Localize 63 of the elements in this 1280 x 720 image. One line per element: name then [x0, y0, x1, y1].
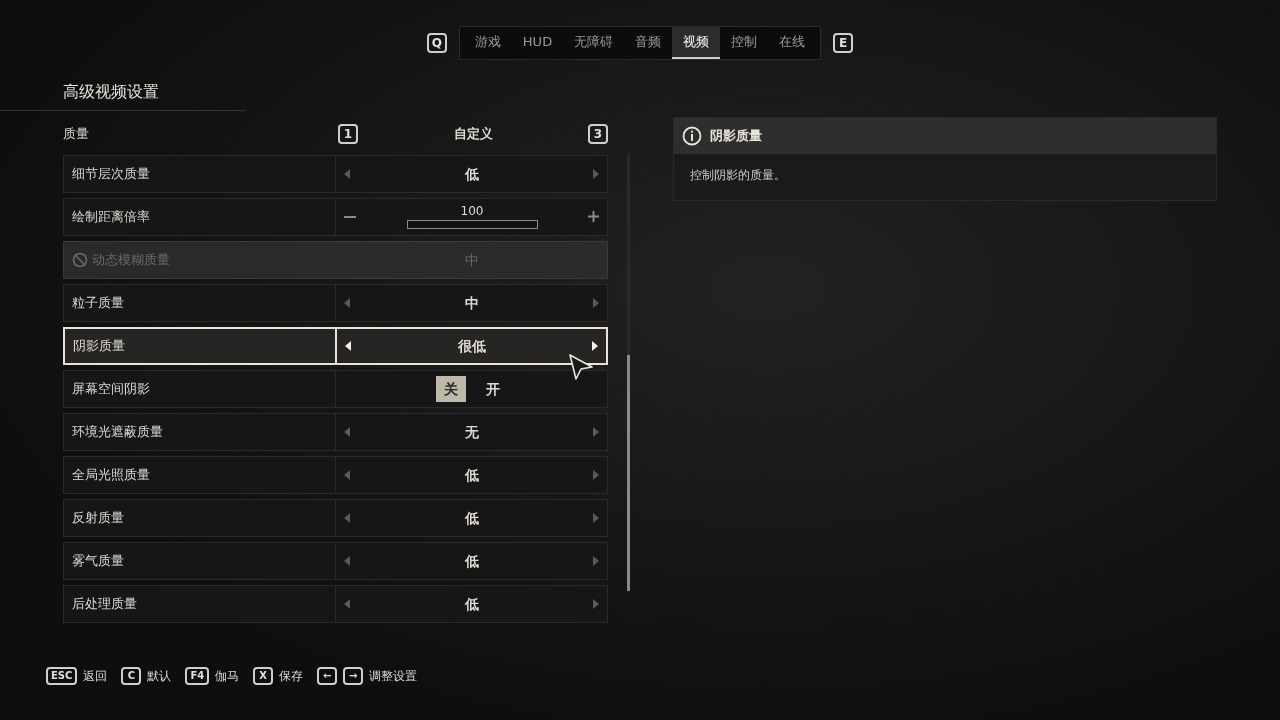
- key-hint: ESC: [46, 667, 78, 685]
- key-hint: 3: [588, 123, 608, 144]
- setting-label: 屏幕空间阴影: [72, 379, 150, 398]
- setting-row[interactable]: 绘制距离倍率 100: [63, 197, 608, 236]
- scrollbar-thumb[interactable]: [627, 354, 630, 591]
- minus-icon[interactable]: [344, 215, 356, 218]
- setting-label: 后处理质量: [72, 594, 137, 613]
- key-hint: →: [343, 667, 364, 685]
- disabled-icon: [72, 251, 88, 268]
- left-arrow-icon[interactable]: [345, 340, 351, 351]
- setting-label: 阴影质量: [73, 336, 125, 355]
- key-hint: F4: [185, 667, 210, 685]
- preset-value: 自定义: [452, 124, 494, 143]
- setting-label: 粒子质量: [72, 293, 124, 312]
- setting-label: 绘制距离倍率: [72, 207, 150, 226]
- toggle-option[interactable]: 开: [477, 375, 508, 402]
- setting-value: 100: [460, 204, 484, 217]
- hint-label: 默认: [147, 668, 172, 684]
- setting-label: 环境光遮蔽质量: [72, 422, 163, 441]
- key-hint: X: [253, 667, 274, 685]
- tab[interactable]: 音频: [624, 27, 673, 59]
- setting-value: 很低: [456, 336, 487, 356]
- tab[interactable]: 视频: [672, 27, 721, 59]
- setting-value: 中: [463, 250, 480, 270]
- info-description: 控制阴影的质量。: [689, 166, 787, 183]
- setting-label: 细节层次质量: [72, 164, 150, 183]
- setting-value: 低: [463, 551, 480, 571]
- setting-value: 低: [463, 164, 480, 184]
- key-hint: E: [833, 32, 854, 53]
- key-hint: ←: [317, 667, 338, 685]
- setting-label: 雾气质量: [72, 551, 124, 570]
- section-title: 高级视频设置: [63, 81, 159, 101]
- scrollbar-track[interactable]: [627, 154, 630, 591]
- setting-row[interactable]: 屏幕空间阴影 关 开: [63, 369, 608, 408]
- key-hint: 1: [338, 123, 358, 144]
- setting-label: 反射质量: [72, 508, 124, 527]
- setting-row[interactable]: 阴影质量 很低: [63, 326, 608, 365]
- hint-label: 调整设置: [369, 668, 418, 684]
- setting-label: 动态模糊质量: [92, 250, 170, 269]
- tab[interactable]: 游戏: [463, 27, 512, 59]
- tab[interactable]: HUD: [511, 27, 564, 59]
- info-icon: [682, 125, 702, 146]
- right-arrow-icon[interactable]: [592, 340, 598, 351]
- plus-icon[interactable]: [588, 211, 599, 222]
- key-hint: Q: [426, 32, 447, 53]
- setting-value: 无: [463, 422, 480, 442]
- slider-track[interactable]: [406, 219, 538, 229]
- preset-label: 质量: [63, 124, 90, 143]
- tab[interactable]: 在线: [768, 27, 817, 59]
- tab[interactable]: 控制: [720, 27, 769, 59]
- toggle-option[interactable]: 关: [435, 375, 466, 402]
- setting-value: 低: [463, 594, 480, 614]
- hint-label: 返回: [83, 668, 108, 684]
- setting-value: 低: [463, 508, 480, 528]
- hint-label: 保存: [279, 668, 304, 684]
- cursor-icon: [568, 353, 594, 381]
- setting-label: 全局光照质量: [72, 465, 150, 484]
- key-hint: C: [121, 667, 142, 685]
- setting-value: 中: [463, 293, 480, 313]
- tab[interactable]: 无障碍: [563, 27, 625, 59]
- setting-value: 低: [463, 465, 480, 485]
- hint-label: 伽马: [215, 668, 240, 684]
- info-title: 阴影质量: [710, 126, 762, 145]
